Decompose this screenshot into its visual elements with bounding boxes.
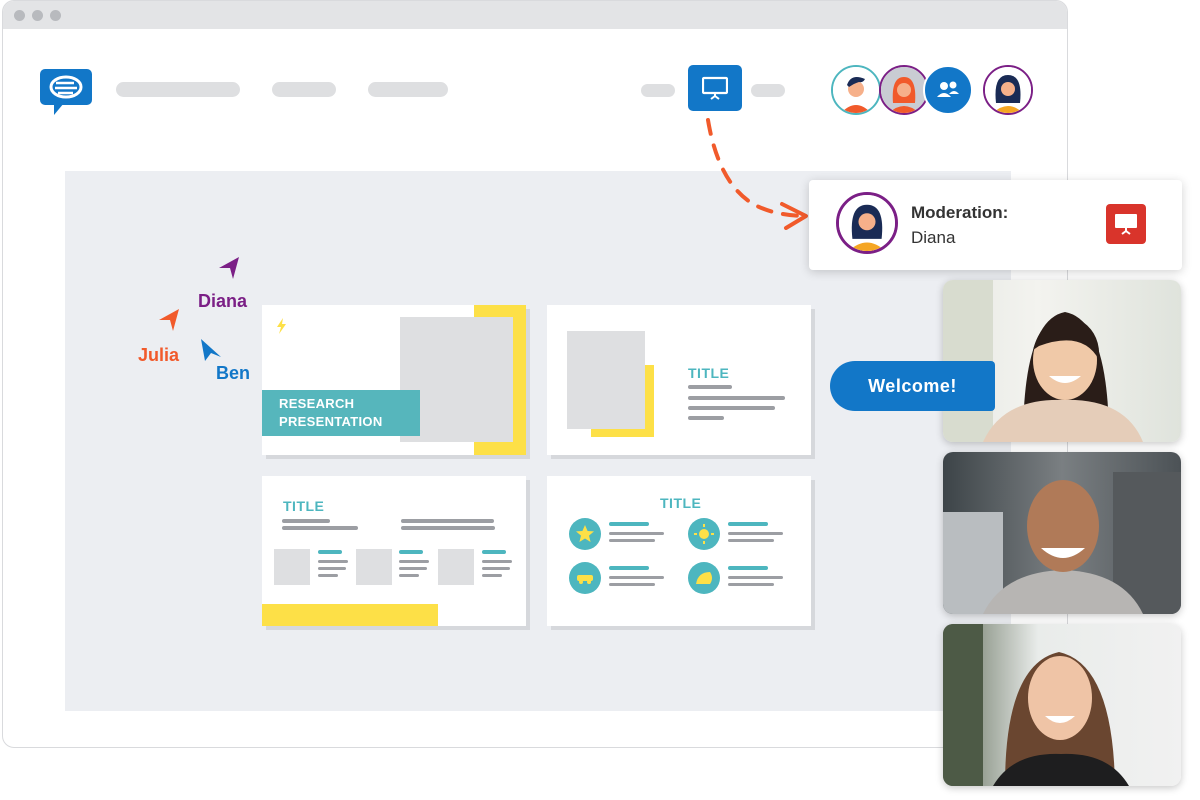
- window-dot[interactable]: [32, 10, 43, 21]
- text-line: [482, 560, 512, 563]
- moderator-avatar: [836, 192, 898, 254]
- cursor-arrow-icon: [159, 309, 179, 331]
- text-line: [609, 539, 655, 542]
- text-line: [282, 526, 358, 530]
- text-line: [318, 567, 346, 570]
- group-icon: [937, 81, 959, 97]
- image-placeholder: [567, 331, 645, 429]
- text-line: [482, 550, 506, 554]
- text-line: [609, 522, 649, 526]
- taco-icon: [688, 562, 720, 594]
- slide-thumbnail[interactable]: TITLE: [547, 305, 811, 455]
- text-line: [401, 526, 495, 530]
- cover-title: RESEARCH PRESENTATION: [262, 390, 420, 436]
- menu-placeholder[interactable]: [272, 82, 336, 97]
- text-line: [399, 574, 419, 577]
- accent-bar: [262, 604, 438, 626]
- slide-title: TITLE: [283, 498, 325, 514]
- window-titlebar: [3, 1, 1067, 29]
- text-line: [401, 519, 494, 523]
- cover-title-line: RESEARCH: [279, 396, 355, 411]
- slide-thumbnail[interactable]: TITLE: [262, 476, 526, 626]
- text-line: [728, 522, 768, 526]
- welcome-chat-bubble: Welcome!: [830, 361, 995, 411]
- text-line: [728, 566, 768, 570]
- text-line: [482, 567, 510, 570]
- text-line: [318, 550, 342, 554]
- text-line: [282, 519, 330, 523]
- group-button[interactable]: [923, 65, 973, 115]
- image-placeholder: [356, 549, 392, 585]
- presentation-button[interactable]: [688, 65, 742, 111]
- video-tile[interactable]: [943, 452, 1181, 614]
- app-logo-icon: [40, 69, 94, 117]
- text-line: [609, 576, 664, 579]
- menu-placeholder[interactable]: [116, 82, 240, 97]
- diana-avatar-icon: [839, 195, 895, 251]
- cursor-label: Ben: [216, 363, 251, 383]
- participant-avatar[interactable]: [879, 65, 929, 115]
- man-portrait-icon: [943, 472, 1181, 614]
- woman-red-hair-avatar-icon: [881, 67, 927, 113]
- text-line: [318, 560, 348, 563]
- text-line: [688, 385, 732, 389]
- text-line: [609, 566, 649, 570]
- slide-thumbnail[interactable]: TITLE: [547, 476, 811, 626]
- text-line: [728, 583, 774, 586]
- text-line: [609, 532, 664, 535]
- presentation-screen-icon: [1115, 214, 1137, 235]
- text-line: [318, 574, 338, 577]
- video-tile[interactable]: [943, 624, 1181, 786]
- text-line: [728, 532, 783, 535]
- slide-thumbnail[interactable]: RESEARCH PRESENTATION: [262, 305, 526, 455]
- image-placeholder: [274, 549, 310, 585]
- cursor-label: Diana: [198, 291, 248, 311]
- text-line: [688, 406, 775, 410]
- text-line: [609, 583, 655, 586]
- slide-title: TITLE: [688, 365, 730, 381]
- text-line: [399, 560, 429, 563]
- toolbar-placeholder[interactable]: [641, 84, 675, 97]
- participant-avatar[interactable]: [983, 65, 1033, 115]
- text-line: [399, 567, 427, 570]
- cover-title-line: PRESENTATION: [279, 414, 383, 429]
- presentation-screen-icon: [702, 76, 728, 100]
- toolbar-placeholder[interactable]: [751, 84, 785, 97]
- text-line: [482, 574, 502, 577]
- sun-icon: [688, 518, 720, 550]
- menu-placeholder[interactable]: [368, 82, 448, 97]
- dashed-arrow-icon: [706, 118, 808, 230]
- window-dot[interactable]: [14, 10, 25, 21]
- cursor-label: Julia: [138, 345, 180, 365]
- image-placeholder: [438, 549, 474, 585]
- text-line: [399, 550, 423, 554]
- woman-portrait-icon: [943, 624, 1129, 786]
- car-icon: [569, 562, 601, 594]
- moderation-card: Moderation: Diana: [809, 180, 1182, 270]
- cursor-arrow-icon: [201, 339, 221, 361]
- text-line: [688, 396, 785, 400]
- moderator-name: Diana: [911, 228, 956, 247]
- text-line: [728, 539, 774, 542]
- moderation-label: Moderation:: [911, 203, 1009, 222]
- participant-avatar[interactable]: [831, 65, 881, 115]
- text-line: [688, 416, 724, 420]
- slide-title: TITLE: [660, 495, 702, 511]
- presenter-badge[interactable]: [1106, 204, 1146, 244]
- window-dot[interactable]: [50, 10, 61, 21]
- man-avatar-icon: [833, 67, 879, 113]
- lightning-icon: [277, 318, 286, 334]
- star-icon: [569, 518, 601, 550]
- diana-avatar-icon: [985, 67, 1031, 113]
- cursor-arrow-icon: [219, 257, 239, 279]
- text-line: [728, 576, 783, 579]
